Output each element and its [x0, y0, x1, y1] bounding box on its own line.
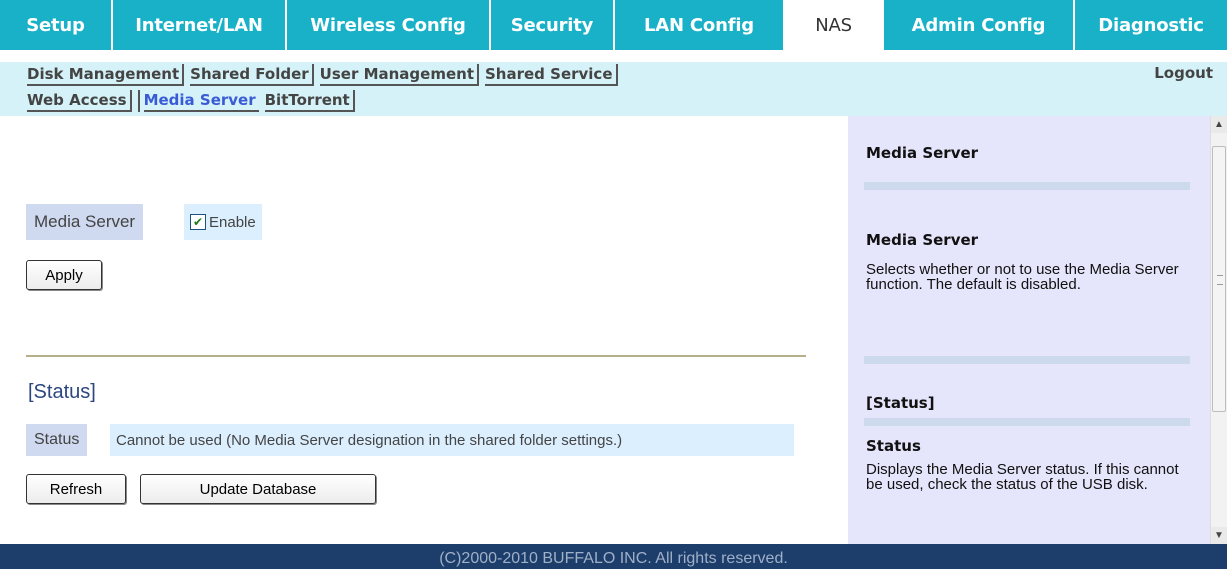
help-separator [864, 418, 1190, 426]
tab-wireless-config[interactable]: Wireless Config [287, 0, 491, 50]
footer-copyright: (C)2000-2010 BUFFALO INC. All rights res… [0, 544, 1227, 569]
help-item2-text: Displays the Media Server status. If thi… [866, 461, 1179, 493]
enable-checkbox-label[interactable]: Enable [209, 214, 256, 231]
tab-setup[interactable]: Setup [0, 0, 113, 50]
sub-navigation: Disk Management Shared Folder User Manag… [0, 62, 1227, 116]
enable-checkbox[interactable]: ✔ [190, 214, 206, 230]
status-heading: [Status] [28, 381, 96, 403]
tab-nas[interactable]: NAS [785, 0, 884, 50]
help-separator [864, 182, 1190, 190]
top-tab-bar: Setup Internet/LAN Wireless Config Secur… [0, 0, 1227, 50]
subnav-disk-management[interactable]: Disk Management [27, 64, 185, 86]
help-scrollbar[interactable]: ▲ ▼ [1210, 116, 1227, 544]
help-panel: Media Server Media Server Selects whethe… [848, 116, 1210, 544]
subnav-divider [137, 90, 140, 112]
subnav-shared-service[interactable]: Shared Service [485, 64, 618, 86]
tab-diagnostic[interactable]: Diagnostic [1075, 0, 1227, 50]
help-separator [864, 356, 1190, 364]
grip-icon [1217, 275, 1223, 285]
help-item2-title: Status [866, 437, 921, 455]
tab-admin-config[interactable]: Admin Config [884, 0, 1075, 50]
status-value: Cannot be used (No Media Server designat… [110, 424, 794, 456]
scroll-down-arrow-icon[interactable]: ▼ [1211, 527, 1227, 544]
refresh-button[interactable]: Refresh [26, 474, 126, 504]
subnav-web-access[interactable]: Web Access [27, 90, 132, 112]
help-section-title: [Status] [866, 394, 935, 412]
subnav-bittorrent[interactable]: BitTorrent [264, 90, 355, 112]
tab-lan-config[interactable]: LAN Config [615, 0, 785, 50]
scroll-up-arrow-icon[interactable]: ▲ [1211, 116, 1227, 133]
section-divider [26, 355, 806, 357]
tab-security[interactable]: Security [491, 0, 615, 50]
scrollbar-thumb[interactable] [1212, 146, 1226, 412]
help-item1-title: Media Server [866, 231, 979, 249]
help-item1-text: Selects whether or not to use the Media … [866, 261, 1179, 293]
status-label: Status [26, 424, 88, 456]
subnav-media-server[interactable]: Media Server [143, 90, 259, 112]
tab-internet-lan[interactable]: Internet/LAN [113, 0, 287, 50]
logout-link[interactable]: Logout [1154, 64, 1213, 82]
top-navigation: Setup Internet/LAN Wireless Config Secur… [0, 0, 1227, 50]
sub-nav-row-1: Disk Management Shared Folder User Manag… [27, 64, 624, 86]
subnav-user-management[interactable]: User Management [319, 64, 479, 86]
main-content: Media Server ✔ Enable Apply [Status] Sta… [0, 116, 848, 544]
update-database-button[interactable]: Update Database [140, 474, 376, 504]
help-title: Media Server [866, 144, 979, 162]
subnav-shared-folder[interactable]: Shared Folder [190, 64, 314, 86]
media-server-enable-cell: ✔ Enable [184, 204, 262, 240]
sub-nav-row-2: Web Access Media Server BitTorrent [27, 90, 361, 112]
apply-button[interactable]: Apply [26, 260, 102, 290]
media-server-label: Media Server [26, 204, 144, 240]
